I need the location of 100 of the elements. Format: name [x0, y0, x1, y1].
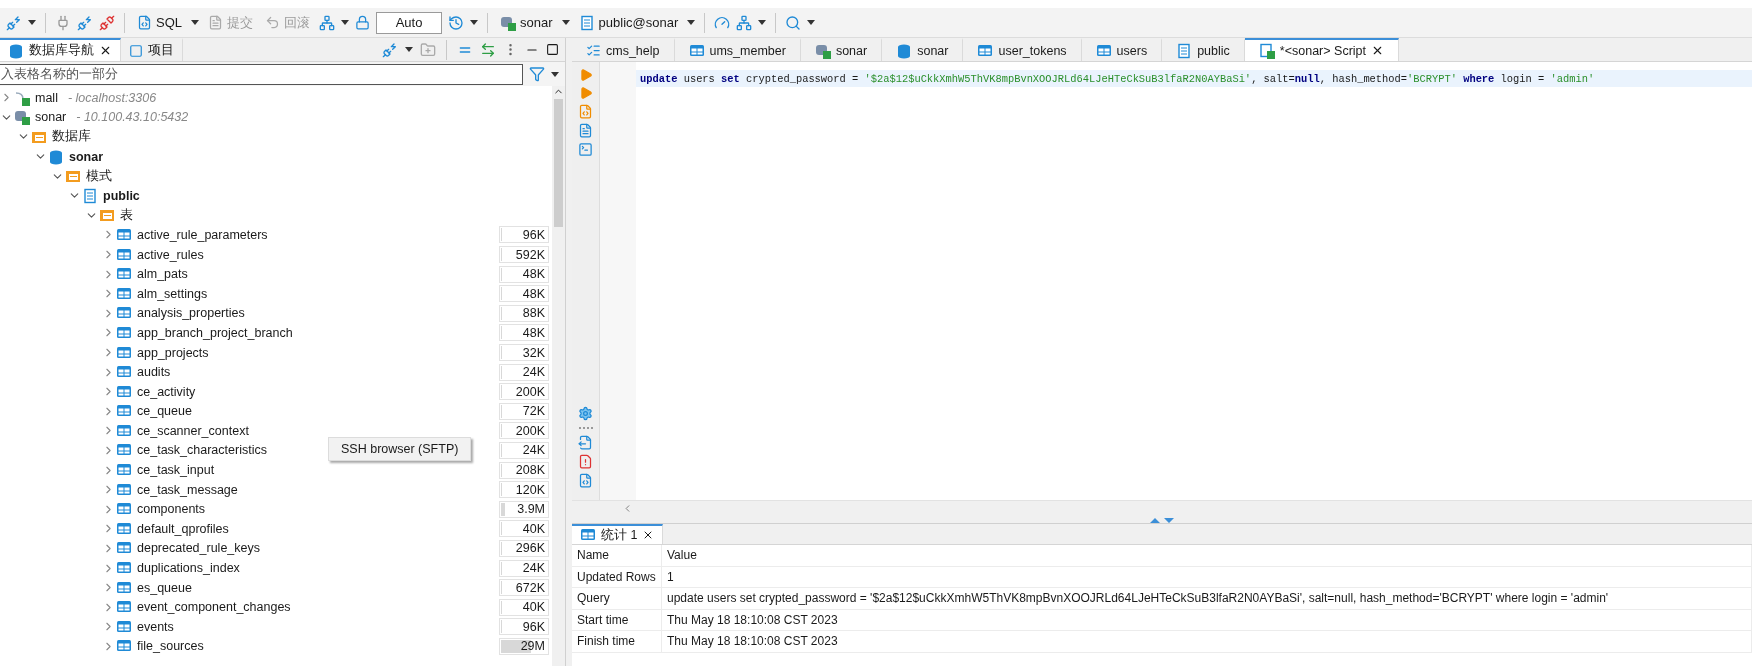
tree-item[interactable]: ce_queue	[137, 404, 192, 419]
size-meter: 48K	[499, 324, 549, 342]
terminal-icon[interactable]	[578, 142, 593, 157]
disconnect-icon[interactable]	[99, 14, 115, 31]
document-icon[interactable]	[578, 123, 593, 138]
file-code-icon[interactable]	[578, 473, 593, 488]
table-cell: Finish time	[572, 631, 662, 653]
tree-item[interactable]: 表	[120, 206, 133, 224]
export-icon[interactable]	[578, 435, 593, 450]
editor-tab[interactable]: sonar	[800, 38, 883, 61]
panel-tab[interactable]: 项目	[121, 38, 183, 61]
size-meter: 672K	[499, 579, 549, 597]
file-error-icon[interactable]	[578, 454, 593, 469]
tree-item[interactable]: 模式	[86, 167, 112, 185]
tree-item[interactable]: file_sources	[137, 639, 204, 654]
tree-item[interactable]: alm_pats	[137, 267, 188, 282]
tooltip: SSH browser (SFTP)	[328, 437, 472, 461]
tree-item[interactable]: ce_task_characteristics	[137, 443, 267, 458]
transaction-mode-field[interactable]: Auto	[376, 11, 442, 34]
caret-icon[interactable]	[470, 20, 478, 25]
tree-item[interactable]: public	[103, 188, 140, 203]
results-tab[interactable]: 统计 1	[572, 524, 664, 544]
tree-item[interactable]: components	[137, 502, 206, 517]
size-meter: 296K	[499, 539, 549, 557]
table-icon	[688, 42, 705, 59]
close-icon[interactable]	[1371, 44, 1384, 57]
tree-item[interactable]: alm_settings	[137, 286, 208, 301]
editor-tab[interactable]: sonar	[882, 38, 964, 61]
sql-button[interactable]: SQL	[134, 13, 185, 32]
table-cell: 1	[662, 566, 1752, 588]
caret-icon[interactable]	[28, 20, 36, 25]
tree-item[interactable]: 数据库	[52, 128, 91, 146]
sash-arrows-icon[interactable]	[1149, 516, 1175, 523]
tree-item[interactable]: audits	[137, 365, 171, 380]
close-icon[interactable]	[99, 44, 112, 57]
tree-item[interactable]: app_branch_project_branch	[137, 325, 293, 340]
schema-selector[interactable]: public@sonar	[575, 12, 682, 33]
table-icon	[116, 226, 132, 243]
run-icon[interactable]	[578, 68, 593, 82]
folder-add-icon[interactable]	[420, 41, 436, 58]
size-meter: 48K	[499, 285, 549, 303]
table-icon	[116, 383, 132, 400]
tree-item[interactable]: ce_task_message	[137, 482, 238, 497]
tree-item[interactable]: es_queue	[137, 580, 192, 595]
caret-icon[interactable]	[191, 20, 199, 25]
scrollbar-thumb[interactable]	[554, 99, 563, 227]
caret-icon[interactable]	[341, 20, 349, 25]
editor-tab[interactable]: cms_help	[572, 38, 675, 61]
history-icon[interactable]	[448, 14, 464, 31]
table-icon	[1095, 42, 1112, 59]
panel-tab[interactable]: 数据库导航	[0, 38, 121, 61]
caret-icon[interactable]	[758, 20, 767, 25]
size-meter: 88K	[499, 304, 549, 322]
editor-tab[interactable]: *<sonar> Script	[1244, 38, 1399, 61]
network-icon[interactable]	[736, 14, 753, 31]
size-meter: 24K	[499, 442, 549, 459]
connection-address: - 10.100.43.10:5432	[76, 110, 189, 125]
settings-icon[interactable]	[578, 406, 593, 421]
connection-icon	[14, 89, 30, 106]
reconnect-icon[interactable]	[77, 14, 93, 31]
editor-tab[interactable]: ums_member	[674, 38, 801, 61]
size-meter: 200K	[499, 383, 549, 401]
tree-item[interactable]: duplications_index	[137, 561, 240, 576]
editor-tab[interactable]: public	[1162, 38, 1245, 61]
connection-icon	[14, 109, 30, 126]
tree-item[interactable]: active_rule_parameters	[137, 227, 268, 242]
tree-item[interactable]: event_component_changes	[137, 600, 291, 615]
caret-icon[interactable]	[405, 47, 413, 52]
size-meter: 24K	[499, 363, 549, 381]
size-meter: 32K	[499, 344, 549, 361]
caret-icon[interactable]	[807, 20, 816, 25]
tree-item[interactable]: analysis_properties	[137, 306, 245, 321]
caret-icon[interactable]	[551, 71, 559, 77]
editor-tab[interactable]: users	[1081, 38, 1163, 61]
tree-item[interactable]: default_qprofiles	[137, 521, 229, 536]
filter-field[interactable]: 入表格名称的一部分	[0, 63, 523, 85]
scrollbar[interactable]	[552, 86, 565, 666]
tree-item[interactable]: deprecated_rule_keys	[137, 541, 260, 556]
tree-item[interactable]: mall	[35, 90, 58, 105]
lock-icon[interactable]	[355, 15, 370, 30]
tree-item[interactable]: events	[137, 619, 174, 634]
tree-item[interactable]: active_rules	[137, 247, 204, 262]
editor-tab[interactable]: user_tokens	[963, 38, 1082, 61]
tree-item[interactable]: sonar	[69, 149, 104, 164]
filter-icon[interactable]	[529, 66, 545, 82]
search-icon[interactable]	[785, 14, 802, 31]
tree-item[interactable]: ce_scanner_context	[137, 423, 249, 438]
caret-icon[interactable]	[687, 20, 696, 25]
datasource-selector[interactable]: sonar	[497, 12, 556, 33]
tree-item[interactable]: app_projects	[137, 345, 209, 360]
tree-item[interactable]: ce_task_input	[137, 463, 215, 478]
size-meter: 96K	[499, 226, 549, 244]
tree-item[interactable]: sonar	[35, 110, 67, 125]
plug-icon[interactable]	[55, 14, 71, 31]
gauge-icon[interactable]	[714, 14, 731, 31]
caret-icon[interactable]	[561, 20, 570, 25]
maximize-icon[interactable]	[546, 43, 559, 56]
undo-icon	[265, 15, 280, 30]
size-meter: 200K	[499, 422, 549, 440]
tree-item[interactable]: ce_activity	[137, 384, 196, 399]
